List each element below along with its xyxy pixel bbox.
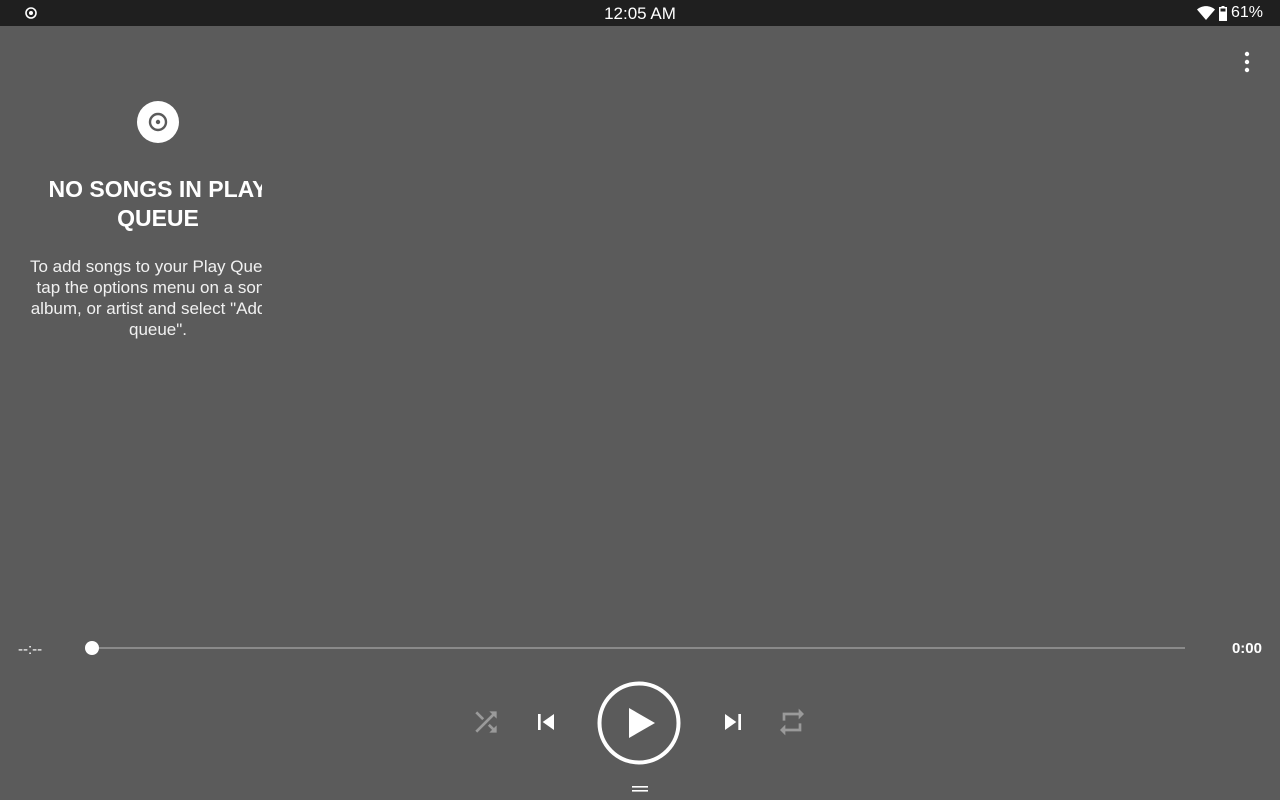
total-time: 0:00: [1231, 640, 1262, 657]
more-vert-icon: [1244, 51, 1250, 73]
album-icon: [137, 101, 179, 143]
battery-icon: [1218, 5, 1227, 21]
drag-handle-icon: [632, 786, 648, 792]
repeat-button[interactable]: [775, 706, 809, 738]
empty-queue-message: To add songs to your Play Queue, tap the…: [29, 257, 262, 339]
empty-queue-panel: NO SONGS IN PLAY QUEUE To add songs to y…: [22, 100, 262, 340]
seek-bar-thumb[interactable]: [85, 641, 99, 655]
battery-percent: 61%: [1230, 4, 1263, 21]
previous-button[interactable]: [530, 706, 562, 738]
elapsed-time: --:--: [18, 641, 43, 658]
shuffle-icon: [475, 711, 497, 733]
next-button[interactable]: [717, 706, 749, 738]
overflow-menu-button[interactable]: [1234, 49, 1260, 75]
drag-handle[interactable]: [630, 784, 650, 794]
play-icon: [597, 681, 681, 765]
status-indicators: 61%: [1196, 4, 1263, 22]
skip-next-icon: [725, 714, 741, 730]
shuffle-button[interactable]: [470, 706, 502, 738]
play-button[interactable]: [597, 681, 681, 765]
status-bar: 12:05 AM 61%: [0, 0, 1280, 26]
wifi-icon: [1196, 6, 1215, 20]
seek-bar[interactable]: [92, 647, 1185, 649]
repeat-icon: [780, 708, 804, 736]
skip-previous-icon: [538, 714, 554, 730]
play-queue-screen: NO SONGS IN PLAY QUEUE To add songs to y…: [0, 26, 1280, 800]
empty-queue-title: NO SONGS IN PLAY QUEUE: [48, 176, 263, 231]
status-time: 12:05 AM: [604, 4, 676, 23]
